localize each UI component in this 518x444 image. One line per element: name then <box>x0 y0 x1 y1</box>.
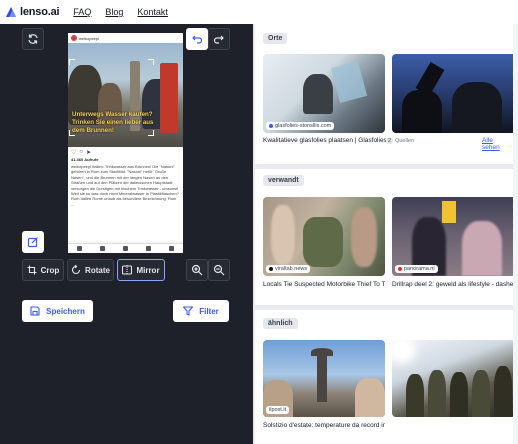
top-navigation: lenso.ai FAQ Blog Kontakt <box>0 0 518 24</box>
nav-link-blog[interactable]: Blog <box>105 7 123 17</box>
result-thumbnail[interactable]: glasfolies-stonsllis.com <box>263 54 385 133</box>
search-results-panel: Orte glasfolies-stonsllis.com Kwalitatie… <box>253 24 518 444</box>
undo-icon <box>192 35 203 44</box>
send-icon: ➤ <box>86 149 92 156</box>
redo-button[interactable] <box>208 28 230 50</box>
save-label: Speichern <box>46 306 85 316</box>
result-card[interactable] <box>392 54 516 133</box>
section-tag: Orte <box>263 33 288 44</box>
rotate-label: Rotate <box>85 265 110 275</box>
zoom-out-button[interactable] <box>208 259 230 281</box>
comment-icon: ○ <box>79 149 84 155</box>
mirror-button[interactable]: Mirror <box>117 259 165 281</box>
zoom-in-button[interactable] <box>186 259 208 281</box>
site-icon <box>269 267 273 271</box>
crop-icon <box>27 265 37 275</box>
avatar <box>71 35 77 41</box>
crop-button[interactable]: Crop <box>22 259 64 281</box>
brand-logo[interactable]: lenso.ai <box>5 6 60 18</box>
edit-icon <box>27 237 38 248</box>
save-button[interactable]: Speichern <box>22 300 93 322</box>
site-icon <box>398 267 402 271</box>
result-thumbnail[interactable]: panorama.nl <box>392 197 516 276</box>
mirror-icon <box>122 265 133 275</box>
result-title[interactable]: Locals Tie Suspected Motorbike Thief To … <box>263 281 385 288</box>
post-header: welkopeepl <box>68 33 183 43</box>
result-title[interactable]: Drillrap deel 2: geweld als lifestyle - … <box>392 281 516 288</box>
post-bottom-bar <box>68 243 183 253</box>
save-icon <box>30 306 40 316</box>
result-thumbnail[interactable] <box>392 54 516 133</box>
result-thumbnail[interactable]: ilpost.it <box>263 340 385 417</box>
result-card[interactable]: glasfolies-stonsllis.com Kwalitatieve gl… <box>263 54 500 162</box>
crop-label: Crop <box>40 265 60 275</box>
crop-corner-handle[interactable] <box>69 59 75 65</box>
brand-name: lenso.ai <box>20 6 60 18</box>
post-photo: Unterwegs Wasser kaufen? Trinken Sie ein… <box>68 43 183 147</box>
section-tag: ähnlich <box>263 318 298 329</box>
post-actions: ♡ ○ ➤ <box>68 147 183 157</box>
uploaded-image-preview[interactable]: welkopeepl Unterwegs Wasser kaufen? Trin… <box>68 33 183 253</box>
filter-label: Filter <box>199 306 219 316</box>
source-chip: viraltab.news <box>266 265 311 273</box>
results-section-related: verwandt viraltab.news Locals Tie Suspec… <box>255 169 518 305</box>
nav-link-kontakt[interactable]: Kontakt <box>137 7 168 17</box>
result-title[interactable]: Solstizio d'estate: temperature da recor… <box>263 422 385 429</box>
crop-corner-handle[interactable] <box>69 130 75 136</box>
result-thumbnail[interactable] <box>392 340 516 417</box>
source-count: 2 Quellen <box>386 138 415 144</box>
results-section-places: Orte glasfolies-stonsllis.com Kwalitatie… <box>255 24 518 164</box>
result-thumbnail[interactable]: viraltab.news <box>263 197 385 276</box>
refresh-icon <box>28 34 38 44</box>
edit-button[interactable] <box>22 231 44 253</box>
result-card[interactable]: panorama.nl Drillrap deel 2: geweld als … <box>392 197 516 303</box>
lenso-logo-icon <box>6 7 16 17</box>
mirror-label: Mirror <box>136 265 160 275</box>
filter-icon <box>183 306 194 316</box>
globe-icon <box>269 124 273 128</box>
rotate-button[interactable]: Rotate <box>67 259 114 281</box>
nav-link-faq[interactable]: FAQ <box>73 7 91 17</box>
crop-corner-handle[interactable] <box>148 130 154 136</box>
rotate-icon <box>72 265 81 275</box>
heart-icon: ♡ <box>71 149 77 156</box>
reset-button[interactable] <box>22 28 44 50</box>
results-section-similar: ähnlich ilpost.it Solstizio d'estate: te… <box>255 310 518 444</box>
zoom-in-icon <box>191 264 203 276</box>
source-chip: glasfolies-stonsllis.com <box>266 122 335 130</box>
redo-icon <box>213 35 224 44</box>
zoom-out-icon <box>213 264 225 276</box>
image-editor-panel: welkopeepl Unterwegs Wasser kaufen? Trin… <box>0 24 253 444</box>
undo-button[interactable] <box>186 28 208 50</box>
result-card[interactable]: ilpost.it Solstizio d'estate: temperatur… <box>263 340 385 444</box>
section-tag: verwandt <box>263 175 304 186</box>
crop-corner-handle[interactable] <box>148 59 154 65</box>
scrollbar[interactable] <box>513 24 518 444</box>
result-card[interactable]: viraltab.news Locals Tie Suspected Motor… <box>263 197 385 303</box>
result-title[interactable]: Kwalitatieve glasfolies plaatsen | Glasf… <box>263 137 387 144</box>
filter-button[interactable]: Filter <box>173 300 229 322</box>
source-chip: panorama.nl <box>395 265 438 273</box>
see-all-link[interactable]: Alle sehen <box>482 137 500 151</box>
post-text: welkopeepl Italien: Trinkwasser aus Brun… <box>68 163 183 241</box>
result-card[interactable] <box>392 340 516 417</box>
post-username: welkopeepl <box>79 35 100 41</box>
source-chip: ilpost.it <box>266 406 290 414</box>
